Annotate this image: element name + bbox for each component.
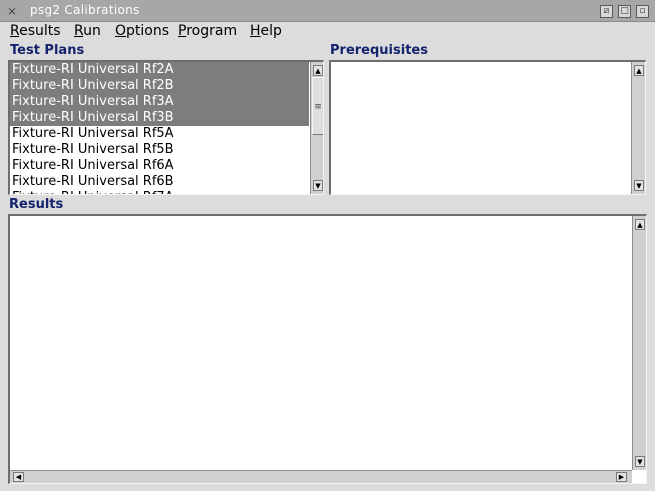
minimize-icon[interactable]: □	[618, 5, 631, 18]
test-plans-list[interactable]: Fixture-RI Universal Rf2A Fixture-RI Univ…	[8, 60, 324, 195]
results-text-area[interactable]: ▲ ▼ ◀ ▶	[8, 214, 647, 484]
list-item[interactable]: Fixture-RI Universal Rf5A	[10, 126, 309, 142]
scroll-right-icon[interactable]: ▶	[616, 472, 627, 482]
scroll-up-icon[interactable]: ▲	[635, 219, 645, 230]
scroll-down-icon[interactable]: ▼	[634, 180, 644, 191]
menu-results[interactable]: Results	[10, 23, 61, 39]
test-plans-label: Test Plans	[10, 43, 85, 58]
prerequisites-label: Prerequisites	[330, 43, 428, 58]
menu-program[interactable]: Program	[178, 23, 237, 39]
results-label: Results	[9, 197, 64, 212]
test-plans-items: Fixture-RI Universal Rf2A Fixture-RI Univ…	[10, 62, 310, 194]
prerequisites-list[interactable]: ▲ ▼	[329, 60, 646, 195]
close-icon[interactable]: ▫	[636, 5, 649, 18]
results-vertical-scrollbar[interactable]: ▲ ▼	[632, 216, 646, 470]
scroll-down-icon[interactable]: ▼	[313, 180, 323, 191]
results-horizontal-scrollbar[interactable]: ◀ ▶	[10, 470, 632, 483]
scroll-up-icon[interactable]: ▲	[634, 65, 644, 76]
window-title: psg2 Calibrations	[30, 3, 140, 17]
list-item[interactable]: Fixture-RI Universal Rf5B	[10, 142, 309, 158]
menu-run[interactable]: Run	[74, 23, 101, 39]
menu-help[interactable]: Help	[250, 23, 282, 39]
list-item[interactable]: Fixture-RI Universal Rf2A	[10, 62, 309, 78]
list-item[interactable]: Fixture-RI Universal Rf7A	[10, 190, 309, 194]
maximize-icon[interactable]: ⧄	[600, 5, 613, 18]
menu-options[interactable]: Options	[115, 23, 169, 39]
list-item[interactable]: Fixture-RI Universal Rf2B	[10, 78, 309, 94]
scroll-down-icon[interactable]: ▼	[635, 456, 645, 467]
system-menu-icon[interactable]: ⨯	[5, 4, 19, 18]
scroll-left-icon[interactable]: ◀	[13, 472, 24, 482]
list-item[interactable]: Fixture-RI Universal Rf6B	[10, 174, 309, 190]
list-item[interactable]: Fixture-RI Universal Rf3A	[10, 94, 309, 110]
test-plans-scrollbar[interactable]: ▲ ≡ ▼	[310, 62, 323, 194]
scroll-thumb[interactable]: ≡	[312, 77, 323, 135]
list-item[interactable]: Fixture-RI Universal Rf6A	[10, 158, 309, 174]
list-item[interactable]: Fixture-RI Universal Rf3B	[10, 110, 309, 126]
scroll-up-icon[interactable]: ▲	[313, 65, 323, 76]
prerequisites-scrollbar[interactable]: ▲ ▼	[631, 62, 645, 194]
